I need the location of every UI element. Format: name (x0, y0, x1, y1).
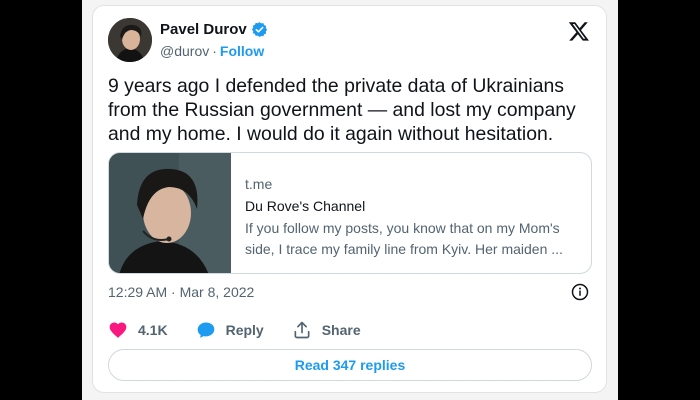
link-title: Du Rove's Channel (245, 198, 366, 214)
author-handle[interactable]: @durov (160, 43, 209, 59)
reply-label: Reply (225, 322, 264, 338)
share-label: Share (321, 322, 361, 338)
tweet-text: 9 years ago I defended the private data … (108, 75, 576, 145)
reply-button[interactable]: Reply (196, 320, 264, 340)
share-icon (294, 321, 310, 339)
link-preview-card[interactable]: t.me Du Rove's Channel If you follow my … (108, 152, 592, 274)
x-logo-icon[interactable] (568, 20, 590, 42)
like-button[interactable]: 4.1K (108, 320, 168, 340)
info-icon[interactable] (571, 283, 589, 301)
reply-bubble-icon (197, 322, 214, 338)
link-description: If you follow my posts, you know that on… (245, 220, 563, 257)
author-name[interactable]: Pavel Durov (160, 21, 247, 38)
share-button[interactable]: Share (292, 320, 361, 340)
like-count: 4.1K (138, 322, 168, 338)
link-domain: t.me (245, 176, 273, 192)
author-avatar[interactable] (108, 18, 152, 62)
tweet-timestamp[interactable]: 12:29 AM · Mar 8, 2022 (108, 284, 254, 300)
verified-badge-icon (251, 22, 267, 37)
tweet-card: Pavel Durov @durov · Follow 9 years ago I … (92, 5, 607, 393)
read-replies-button[interactable]: Read 347 replies (108, 349, 592, 381)
follow-button[interactable]: Follow (220, 43, 264, 59)
heart-icon (109, 322, 127, 338)
link-preview-image (109, 153, 231, 273)
handle-separator: · (212, 43, 217, 59)
read-replies-label: Read 347 replies (294, 357, 406, 373)
